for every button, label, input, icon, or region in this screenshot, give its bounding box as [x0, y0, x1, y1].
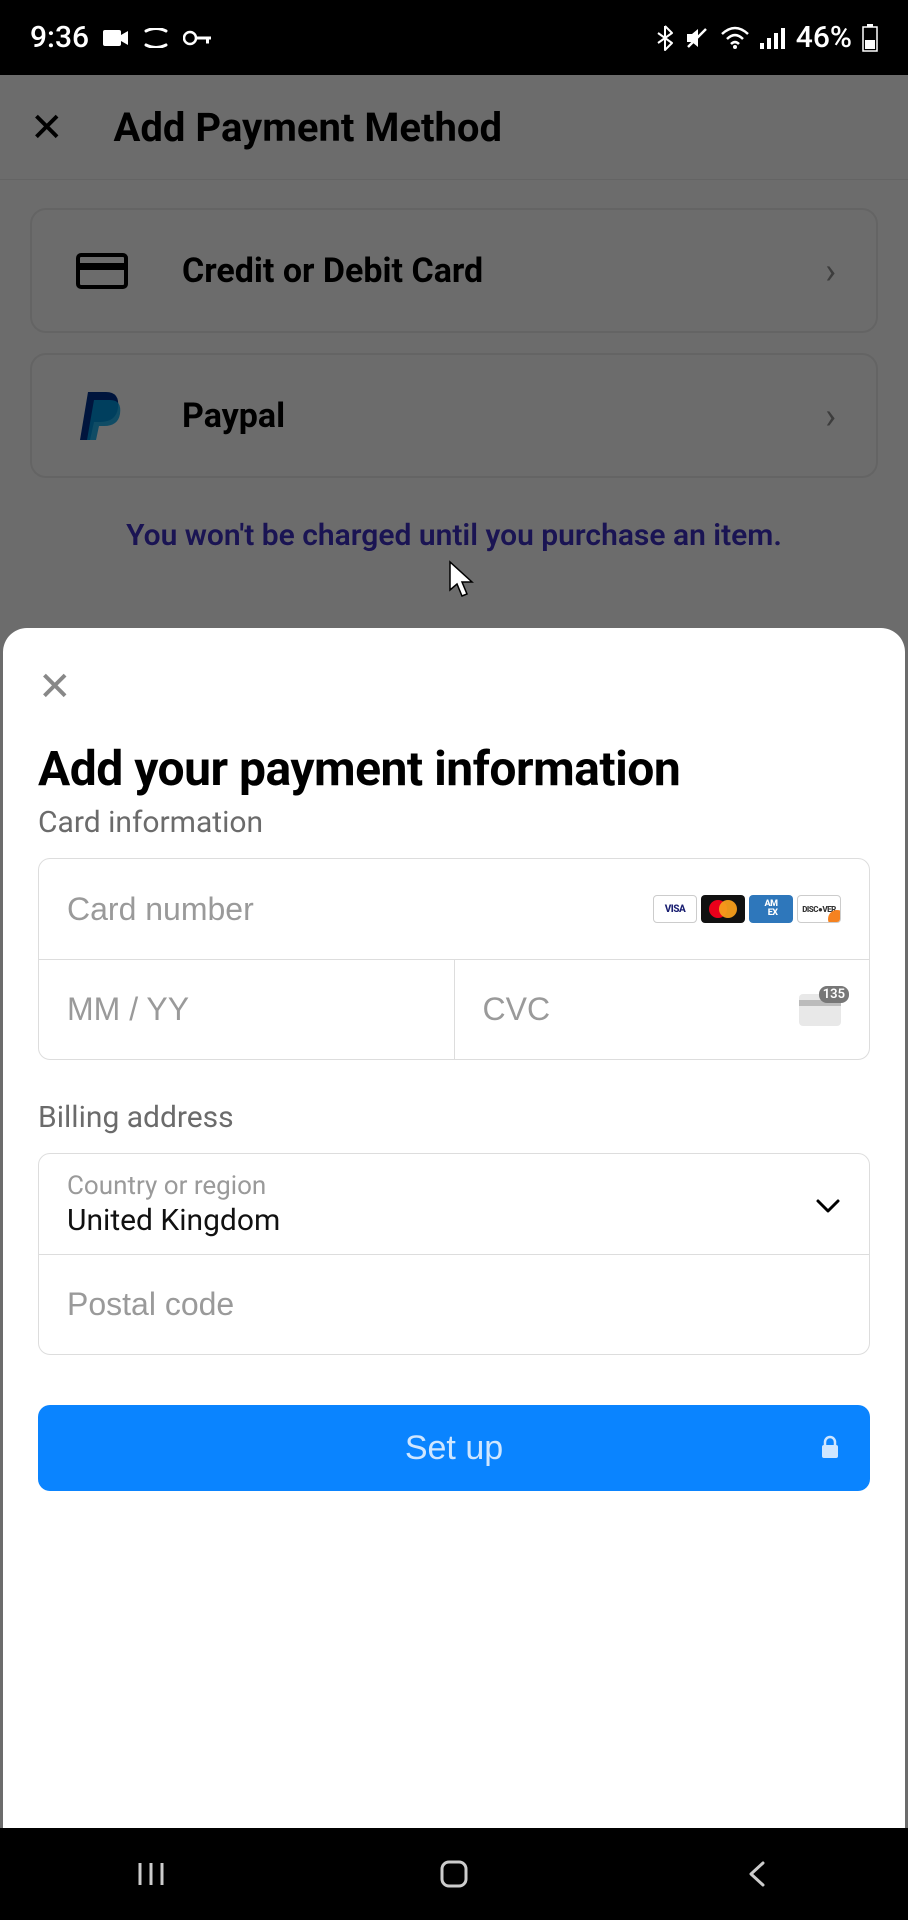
setup-button-label: Set up [405, 1429, 503, 1468]
cvc-card-icon: 135 [799, 994, 841, 1026]
home-button[interactable] [414, 1849, 494, 1899]
chevron-down-icon [815, 1188, 841, 1221]
battery-icon [862, 24, 878, 52]
bluetooth-icon [656, 24, 674, 52]
card-section-label: Card information [38, 805, 870, 840]
expiry-input[interactable] [67, 991, 426, 1028]
postal-field[interactable] [39, 1254, 869, 1354]
postal-input[interactable] [67, 1286, 841, 1323]
lock-icon [820, 1429, 840, 1468]
status-bar: 9:36 46% [0, 0, 908, 75]
camera-icon [103, 28, 129, 48]
android-nav-bar [0, 1828, 908, 1920]
card-number-field[interactable]: VISA AMEX DISC●VER [39, 859, 869, 959]
card-field-group: VISA AMEX DISC●VER 135 [38, 858, 870, 1060]
discover-icon: DISC●VER [797, 895, 841, 923]
billing-field-group: Country or region United Kingdom [38, 1153, 870, 1355]
country-value: United Kingdom [67, 1203, 815, 1238]
visa-icon: VISA [653, 895, 697, 923]
setup-button[interactable]: Set up [38, 1405, 870, 1491]
payment-sheet: ✕ Add your payment information Card info… [3, 628, 905, 1828]
sheet-close-icon[interactable]: ✕ [38, 663, 72, 710]
wifi-icon [720, 26, 750, 50]
mastercard-icon [701, 895, 745, 923]
status-time: 9:36 [30, 20, 89, 55]
sheet-title: Add your payment information [38, 740, 870, 797]
billing-section-label: Billing address [38, 1100, 870, 1135]
country-label: Country or region [67, 1171, 815, 1201]
country-select[interactable]: Country or region United Kingdom [39, 1154, 869, 1254]
status-battery-percent: 46% [796, 20, 852, 55]
amex-icon: AMEX [749, 895, 793, 923]
cvc-input[interactable] [483, 991, 799, 1028]
signal-icon [760, 27, 786, 49]
expiry-field[interactable] [39, 959, 454, 1059]
cast-icon [143, 28, 169, 48]
card-number-input[interactable] [67, 891, 653, 928]
mute-icon [684, 25, 710, 51]
recents-button[interactable] [111, 1849, 191, 1899]
cvc-badge: 135 [819, 986, 849, 1003]
cvc-field[interactable]: 135 [454, 959, 870, 1059]
back-button[interactable] [717, 1849, 797, 1899]
key-icon [183, 30, 213, 46]
card-brand-icons: VISA AMEX DISC●VER [653, 895, 841, 923]
